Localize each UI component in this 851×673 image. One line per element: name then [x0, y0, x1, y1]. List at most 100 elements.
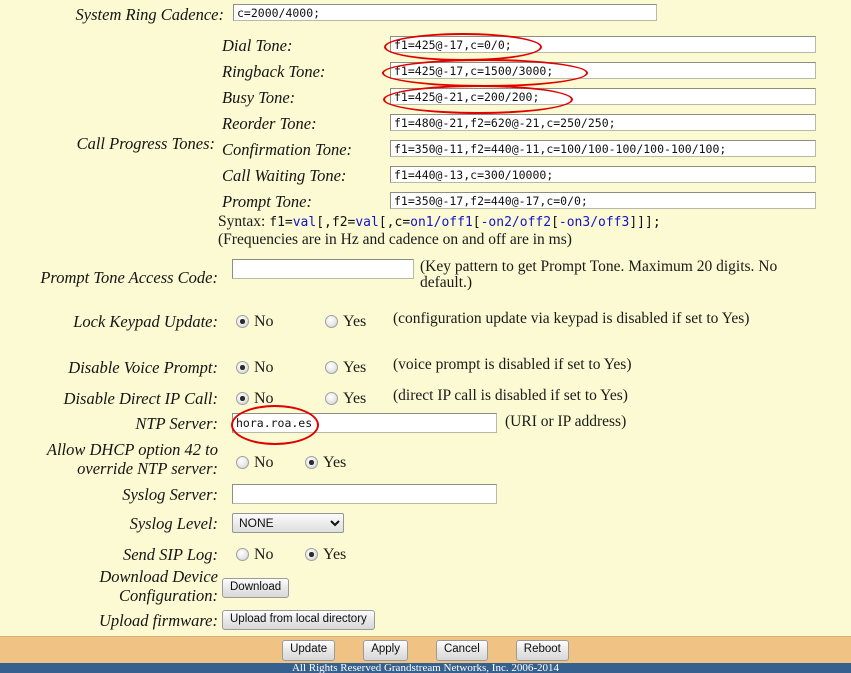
- disable-voice-prompt-radio-yes[interactable]: Yes: [325, 359, 366, 377]
- apply-button[interactable]: Apply: [363, 640, 408, 660]
- syntax-p2: [,f2=: [316, 215, 355, 230]
- call-waiting-tone-label: Call Waiting Tone:: [215, 164, 390, 185]
- syslog-level-label: Syslog Level:: [0, 516, 218, 533]
- syntax-p6: ]]];: [629, 215, 660, 230]
- syntax-p3: [,c=: [379, 215, 410, 230]
- upload-firmware-label: Upload firmware:: [0, 613, 218, 630]
- allow-dhcp-option-42-label: Allow DHCP option 42 to override NTP ser…: [0, 440, 218, 479]
- radio-yes-icon[interactable]: [305, 548, 318, 561]
- confirmation-tone-label: Confirmation Tone:: [215, 138, 390, 159]
- row-busy-tone: Busy Tone:: [215, 86, 851, 112]
- disable-direct-ip-call-hint: (direct IP call is disabled if set to Ye…: [393, 388, 848, 404]
- prompt-tone-input[interactable]: [390, 192, 816, 209]
- row-ringback-tone: Ringback Tone:: [215, 60, 851, 86]
- prompt-tone-access-code-input[interactable]: [232, 259, 414, 279]
- lock-keypad-update-hint: (configuration update via keypad is disa…: [393, 311, 848, 327]
- system-ring-cadence-input[interactable]: [233, 4, 657, 21]
- busy-tone-input[interactable]: [390, 88, 816, 105]
- dial-tone-input[interactable]: [390, 36, 816, 53]
- reorder-tone-input[interactable]: [390, 114, 816, 131]
- config-page: System Ring Cadence: Call Progress Tones…: [0, 0, 851, 673]
- download-button[interactable]: Download: [222, 578, 289, 598]
- row-dial-tone: Dial Tone:: [215, 34, 851, 60]
- allow-dhcp-option-42-radio-no[interactable]: No: [236, 454, 274, 472]
- syntax-v4: -on2/off2: [481, 215, 551, 230]
- syntax-line: Syntax: f1=val[,f2=val[,c=on1/off1[-on2/…: [218, 214, 838, 230]
- radio-no-icon[interactable]: [236, 315, 249, 328]
- allow-dhcp-option-42-no-label: No: [254, 454, 274, 471]
- disable-direct-ip-call-no-label: No: [254, 390, 274, 407]
- syslog-server-label: Syslog Server:: [0, 487, 218, 504]
- radio-yes-icon[interactable]: [325, 392, 338, 405]
- row-reorder-tone: Reorder Tone:: [215, 112, 851, 138]
- lock-keypad-update-label: Lock Keypad Update:: [0, 314, 218, 331]
- upload-firmware-button[interactable]: Upload from local directory: [222, 610, 375, 630]
- disable-voice-prompt-yes-label: Yes: [343, 359, 366, 376]
- syntax-p5: [: [551, 215, 559, 230]
- send-sip-log-yes-label: Yes: [323, 546, 346, 563]
- action-button-bar: Update Apply Cancel Reboot: [0, 636, 851, 664]
- row-system-ring-cadence: System Ring Cadence:: [0, 0, 851, 31]
- call-waiting-tone-input[interactable]: [390, 166, 816, 183]
- syslog-server-input[interactable]: [232, 484, 497, 504]
- call-progress-tones-block: Call Progress Tones: Dial Tone: Ringback…: [0, 34, 851, 216]
- download-device-configuration-label: Download Device Configuration:: [0, 567, 218, 606]
- call-progress-tones-label: Call Progress Tones:: [0, 34, 215, 153]
- busy-tone-label: Busy Tone:: [215, 86, 390, 107]
- allow-dhcp-option-42-yes-label: Yes: [323, 454, 346, 471]
- disable-voice-prompt-label: Disable Voice Prompt:: [0, 360, 218, 377]
- row-confirmation-tone: Confirmation Tone:: [215, 138, 851, 164]
- syntax-prefix: Syntax:: [218, 213, 269, 230]
- copyright-bar: All Rights Reserved Grandstream Networks…: [0, 663, 851, 673]
- syntax-p1: f1=: [269, 215, 292, 230]
- confirmation-tone-input[interactable]: [390, 140, 816, 157]
- lock-keypad-update-radio-no[interactable]: No: [236, 313, 274, 331]
- reboot-button[interactable]: Reboot: [516, 640, 569, 660]
- disable-direct-ip-call-radio-no[interactable]: No: [236, 390, 274, 408]
- radio-no-icon[interactable]: [236, 548, 249, 561]
- send-sip-log-radio-no[interactable]: No: [236, 546, 274, 564]
- syslog-level-select[interactable]: NONE: [232, 513, 344, 533]
- disable-voice-prompt-no-label: No: [254, 359, 274, 376]
- syntax-v2: val: [355, 215, 378, 230]
- syntax-p4: [: [473, 215, 481, 230]
- lock-keypad-update-yes-label: Yes: [343, 313, 366, 330]
- prompt-tone-access-code-hint: (Key pattern to get Prompt Tone. Maximum…: [420, 259, 820, 292]
- radio-no-icon[interactable]: [236, 456, 249, 469]
- radio-yes-icon[interactable]: [325, 315, 338, 328]
- disable-voice-prompt-radio-no[interactable]: No: [236, 359, 274, 377]
- lock-keypad-update-radio-yes[interactable]: Yes: [325, 313, 366, 331]
- syntax-note: (Frequencies are in Hz and cadence on an…: [218, 232, 838, 248]
- cancel-button[interactable]: Cancel: [436, 640, 488, 660]
- radio-yes-icon[interactable]: [305, 456, 318, 469]
- ringback-tone-label: Ringback Tone:: [215, 60, 390, 81]
- ntp-server-input[interactable]: [232, 413, 497, 433]
- row-call-waiting-tone: Call Waiting Tone:: [215, 164, 851, 190]
- prompt-tone-label: Prompt Tone:: [215, 190, 390, 211]
- disable-voice-prompt-hint: (voice prompt is disabled if set to Yes): [393, 357, 848, 373]
- send-sip-log-no-label: No: [254, 546, 274, 563]
- radio-no-icon[interactable]: [236, 392, 249, 405]
- disable-direct-ip-call-radio-yes[interactable]: Yes: [325, 390, 366, 408]
- ntp-server-label: NTP Server:: [0, 416, 218, 433]
- send-sip-log-radio-yes[interactable]: Yes: [305, 546, 346, 564]
- syntax-v1: val: [293, 215, 316, 230]
- disable-direct-ip-call-yes-label: Yes: [343, 390, 366, 407]
- radio-yes-icon[interactable]: [325, 361, 338, 374]
- reorder-tone-label: Reorder Tone:: [215, 112, 390, 133]
- lock-keypad-update-no-label: No: [254, 313, 274, 330]
- settings-form: System Ring Cadence: Call Progress Tones…: [0, 0, 851, 636]
- syntax-help: Syntax: f1=val[,f2=val[,c=on1/off1[-on2/…: [218, 214, 838, 249]
- system-ring-cadence-label: System Ring Cadence:: [0, 4, 224, 24]
- syntax-v3: on1/off1: [410, 215, 473, 230]
- syntax-v5: -on3/off3: [559, 215, 629, 230]
- prompt-tone-access-code-label: Prompt Tone Access Code:: [0, 270, 218, 287]
- update-button[interactable]: Update: [282, 640, 335, 660]
- allow-dhcp-option-42-radio-yes[interactable]: Yes: [305, 454, 346, 472]
- dial-tone-label: Dial Tone:: [215, 34, 390, 55]
- disable-direct-ip-call-label: Disable Direct IP Call:: [0, 391, 218, 408]
- tones-list: Dial Tone: Ringback Tone: Busy Tone: Reo…: [215, 34, 843, 216]
- ringback-tone-input[interactable]: [390, 62, 816, 79]
- send-sip-log-label: Send SIP Log:: [0, 547, 218, 564]
- radio-no-icon[interactable]: [236, 361, 249, 374]
